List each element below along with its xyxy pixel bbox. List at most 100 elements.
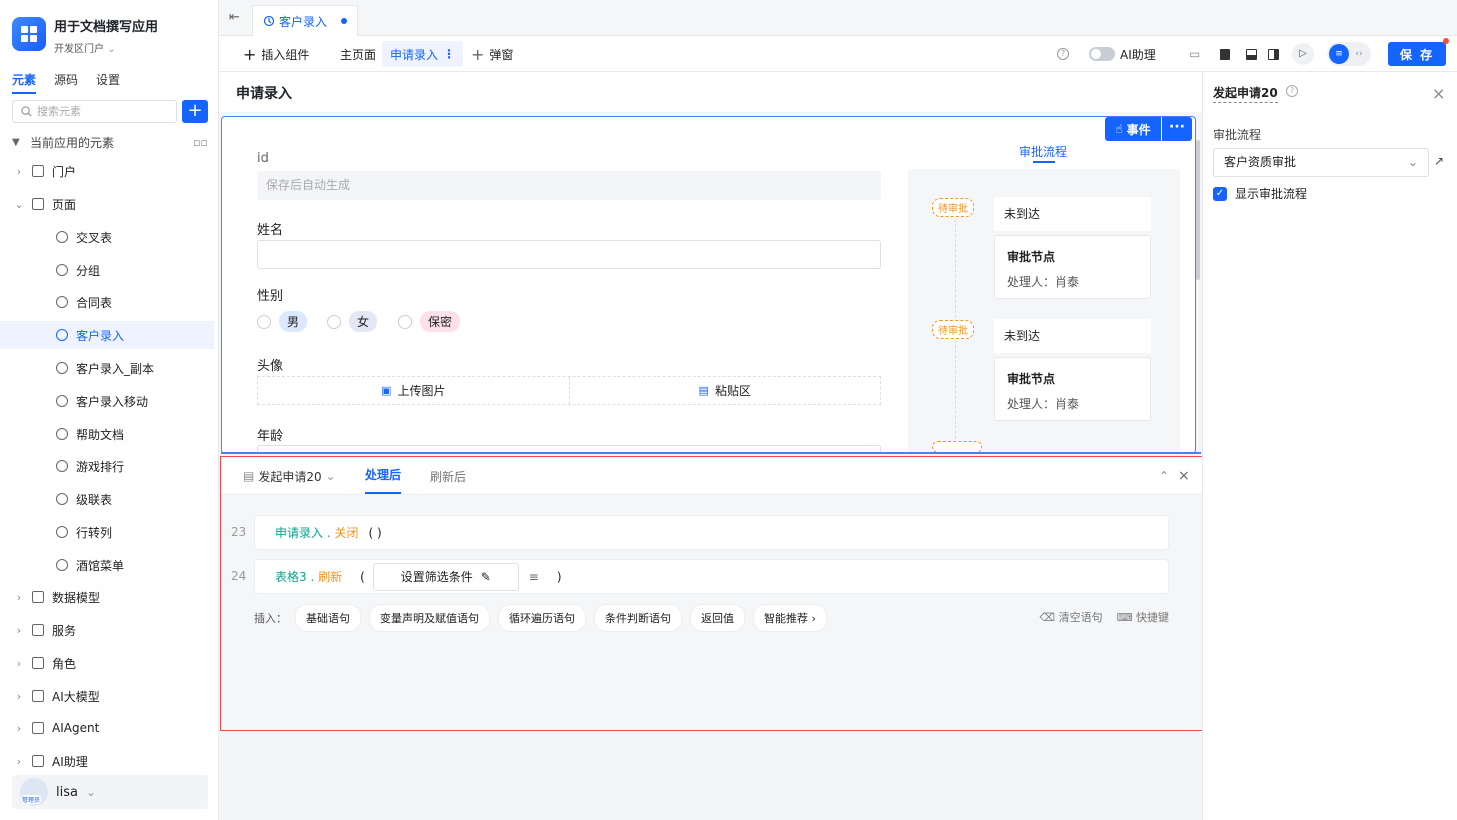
tab-label: 客户录入 [279, 14, 328, 29]
show-flow-checkbox[interactable]: ✓ 显示审批流程 [1213, 185, 1307, 202]
clear-statements-button[interactable]: ⌫ 清空语句 [1040, 609, 1103, 625]
close-icon[interactable]: × [1178, 457, 1190, 495]
filter-list-icon[interactable]: ≡ [529, 570, 539, 584]
sidebar-item[interactable]: › AI大模型 [0, 682, 214, 710]
tab-home-page[interactable]: 主页面 [340, 36, 376, 72]
action-selector[interactable]: ▤ 发起申请20 ⌄ [243, 457, 336, 495]
code-method[interactable]: 关闭 [334, 524, 358, 541]
sidebar-item[interactable]: 分组 [0, 256, 214, 284]
tree-section-header[interactable]: ▼ 当前应用的元素 ▫▫ [12, 134, 208, 151]
insert-basic-statement[interactable]: 基础语句 [295, 604, 361, 632]
checkbox-checked-icon[interactable]: ✓ [1213, 186, 1227, 201]
chevron-right-icon[interactable]: › [12, 755, 26, 768]
panel-left-icon[interactable] [1220, 36, 1231, 72]
tab-settings[interactable]: 设置 [96, 71, 120, 94]
radio-circle[interactable] [327, 314, 341, 329]
chevron-right-icon[interactable]: › [12, 657, 26, 670]
set-filter-button[interactable]: 设置筛选条件 ✎ [372, 562, 519, 591]
tab-after-process[interactable]: 处理后 [365, 457, 402, 494]
tab-approval-flow[interactable]: 审批流程 [1019, 143, 1067, 163]
sidebar-item[interactable]: 客户录入_副本 [0, 354, 214, 382]
save-button[interactable]: 保 存 [1388, 42, 1446, 66]
sidebar-item[interactable]: 帮助文档 [0, 420, 214, 448]
view-mode-switch[interactable]: ≡ ‹› [1327, 36, 1371, 72]
more-options-button[interactable]: ··· [1162, 117, 1192, 141]
layout-toggle-icon[interactable]: ▭ [1189, 36, 1200, 72]
sidebar-item[interactable]: 游戏排行 [0, 452, 214, 480]
tab-source[interactable]: 源码 [54, 71, 78, 94]
ai-assistant-toggle[interactable]: AI助理 [1089, 36, 1156, 72]
ai-switch[interactable] [1089, 47, 1115, 61]
event-button[interactable]: ☝ 事件 [1105, 117, 1161, 141]
tab-customer-entry[interactable]: 客户录入 [252, 5, 358, 36]
insert-component-button[interactable]: + 插入组件 [243, 36, 309, 72]
sidebar-item[interactable]: 交叉表 [0, 223, 214, 251]
insert-condition-statement[interactable]: 条件判断语句 [594, 604, 682, 632]
user-menu[interactable]: 管理员 lisa ⌄ [12, 775, 208, 809]
sidebar-item[interactable]: › 数据模型 [0, 583, 214, 611]
tab-active-page[interactable]: 申请录入 ⋮ [382, 41, 464, 67]
code-mode-icon[interactable]: ‹› [1349, 44, 1369, 64]
approval-node-card[interactable]: 审批节点 处理人：肖泰 [994, 235, 1151, 299]
chevron-down-icon[interactable]: ⌄ [12, 198, 26, 211]
sidebar-item[interactable]: ⌄ 页面 [0, 190, 214, 218]
sidebar-item[interactable]: 酒馆菜单 [0, 551, 214, 579]
code-object[interactable]: 申请录入 [275, 524, 323, 541]
chevron-right-icon[interactable]: › [12, 722, 26, 735]
shortcut-button[interactable]: ⌨ 快捷键 [1117, 609, 1169, 625]
external-link-icon[interactable]: ↗ [1434, 154, 1444, 168]
sidebar-item[interactable]: 客户录入移动 [0, 387, 214, 415]
sidebar-item[interactable]: 客户录入 [0, 321, 214, 349]
add-popup-button[interactable]: + 弹窗 [471, 36, 513, 72]
chevron-right-icon[interactable]: › [12, 591, 26, 604]
tab-after-refresh[interactable]: 刷新后 [430, 457, 466, 495]
app-subtitle[interactable]: 开发区门户 ⌄ [54, 40, 116, 55]
canvas-scrollbar[interactable] [1196, 140, 1200, 280]
sidebar-item[interactable]: › 角色 [0, 649, 214, 677]
name-field[interactable] [257, 240, 881, 269]
chevron-right-icon[interactable]: › [12, 165, 26, 178]
collapse-panel-icon[interactable]: ⌃ [1159, 457, 1169, 495]
gender-option-male[interactable]: 男 [257, 311, 308, 332]
collapse-sidebar-icon[interactable]: ⇤ [229, 10, 240, 25]
search-input[interactable] [37, 105, 167, 118]
insert-return-value[interactable]: 返回值 [690, 604, 745, 632]
code-method[interactable]: 刷新 [318, 568, 342, 585]
approval-node-card[interactable]: 审批节点 处理人：肖泰 [994, 357, 1151, 421]
more-vertical-icon[interactable]: ⋮ [443, 47, 455, 61]
code-object[interactable]: 表格3 [275, 568, 307, 585]
help-icon[interactable]: ? [1286, 85, 1298, 97]
insert-label: 插入： [254, 612, 287, 625]
sidebar-item[interactable]: 合同表 [0, 288, 214, 316]
form-component[interactable]: id 保存后自动生成 姓名 性别 男 女 保密 头像 ▣ 上传图片 ▤ 粘贴区 年龄… [221, 116, 1196, 454]
paste-area[interactable]: ▤ 粘贴区 [568, 377, 881, 404]
preview-play-icon[interactable]: ▷ [1292, 36, 1314, 72]
sidebar-item[interactable]: › AIAgent [0, 714, 214, 742]
flow-select[interactable]: 客户资质审批 ⌄ [1213, 148, 1429, 177]
code-line[interactable]: 申请录入 . 关闭 ( ) [254, 515, 1169, 550]
design-mode-icon[interactable]: ≡ [1329, 44, 1349, 64]
gender-option-secret[interactable]: 保密 [398, 311, 461, 332]
insert-variable-statement[interactable]: 变量声明及赋值语句 [369, 604, 490, 632]
chevron-right-icon[interactable]: › [12, 690, 26, 703]
sidebar-item[interactable]: 级联表 [0, 485, 214, 513]
sidebar-item[interactable]: › AI助理 [0, 747, 214, 775]
layout-icon[interactable]: ▫▫ [193, 136, 208, 149]
close-icon[interactable]: × [1432, 84, 1445, 103]
add-element-button[interactable]: + [182, 100, 208, 123]
help-icon[interactable]: ? [1057, 36, 1069, 72]
sidebar-item[interactable]: › 门户 [0, 157, 214, 185]
sidebar-item[interactable]: › 服务 [0, 616, 214, 644]
radio-circle[interactable] [257, 314, 271, 329]
upload-image-button[interactable]: ▣ 上传图片 [258, 377, 569, 404]
gender-option-female[interactable]: 女 [327, 311, 378, 332]
chevron-right-icon[interactable]: › [12, 624, 26, 637]
insert-loop-statement[interactable]: 循环遍历语句 [498, 604, 586, 632]
sidebar-item[interactable]: 行转列 [0, 518, 214, 546]
panel-right-icon[interactable] [1268, 36, 1279, 72]
panel-bottom-icon[interactable] [1246, 36, 1257, 72]
radio-circle[interactable] [398, 314, 412, 329]
smart-recommend[interactable]: 智能推荐 › [753, 604, 827, 632]
tab-elements[interactable]: 元素 [12, 71, 37, 94]
code-line[interactable]: 表格3 . 刷新 ( 设置筛选条件 ✎ ≡ ) [254, 559, 1169, 594]
